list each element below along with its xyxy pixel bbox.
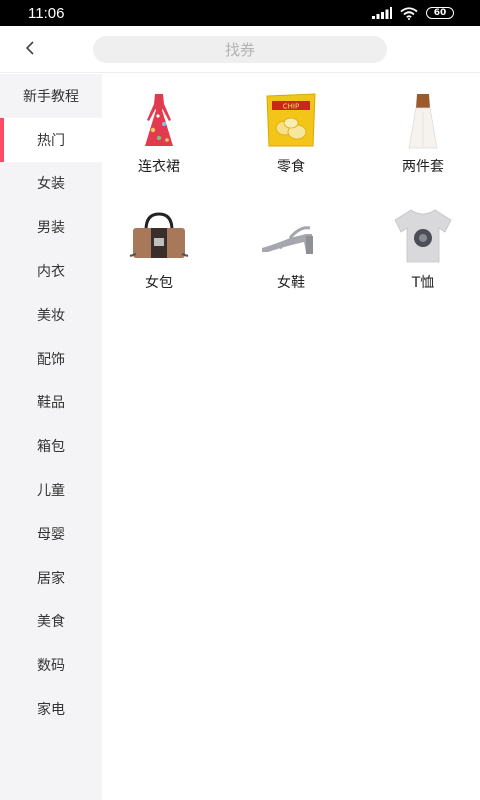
sidebar-item-label: 鞋品	[37, 395, 65, 412]
snack-icon: CHIP	[251, 90, 331, 150]
sidebar-item-label: 家电	[37, 702, 65, 719]
sidebar-item-label: 箱包	[37, 439, 65, 456]
sidebar-item-hot[interactable]: 热门	[0, 117, 102, 162]
sidebar-item-kids[interactable]: 儿童	[0, 468, 102, 512]
svg-text:CHIP: CHIP	[283, 103, 299, 111]
signal-icon	[372, 7, 392, 19]
sidebar-item-makeup[interactable]: 美妆	[0, 293, 102, 337]
category-label: 两件套	[402, 159, 444, 175]
search-placeholder: 找券	[224, 41, 255, 59]
sidebar-item-label: 居家	[37, 570, 65, 587]
sidebar-item-label: 美食	[37, 614, 65, 631]
category-label: 女包	[145, 275, 173, 291]
category-womens-shoes[interactable]: 女鞋	[236, 206, 346, 306]
status-bar: 11:06 60	[0, 0, 480, 26]
category-handbag[interactable]: 女包	[104, 206, 214, 306]
sidebar-item-label: 美妆	[37, 307, 65, 324]
sidebar-item-label: 配饰	[37, 351, 65, 368]
top-bar: 找券	[0, 26, 480, 73]
category-label: 零食	[277, 159, 305, 175]
status-icons: 60	[372, 6, 454, 20]
category-label: 连衣裙	[138, 159, 180, 175]
tshirt-icon	[383, 206, 463, 266]
handbag-icon	[119, 206, 199, 266]
sidebar-item-underwear[interactable]: 内衣	[0, 249, 102, 293]
sidebar-item-bags[interactable]: 箱包	[0, 424, 102, 468]
sidebar-item-label: 数码	[37, 658, 65, 675]
category-label: 女鞋	[277, 275, 305, 291]
sidebar-item-tutorial[interactable]: 新手教程	[0, 74, 102, 118]
sidebar-item-womens[interactable]: 女装	[0, 162, 102, 206]
dress-icon	[119, 90, 199, 150]
chevron-left-icon	[25, 41, 34, 55]
sidebar-item-accessories[interactable]: 配饰	[0, 337, 102, 381]
sidebar-item-label: 儿童	[37, 483, 65, 500]
battery-level: 60	[433, 7, 447, 18]
sidebar-item-home[interactable]: 居家	[0, 556, 102, 600]
sidebar-item-food[interactable]: 美食	[0, 600, 102, 644]
wifi-icon	[400, 6, 418, 20]
status-time: 11:06	[28, 4, 65, 22]
search-input[interactable]: 找券	[93, 36, 387, 63]
heels-icon	[251, 206, 331, 266]
sidebar-item-baby[interactable]: 母婴	[0, 512, 102, 556]
sidebar-item-appliances[interactable]: 家电	[0, 687, 102, 731]
sidebar-item-shoes[interactable]: 鞋品	[0, 381, 102, 425]
sidebar-item-label: 内衣	[37, 264, 65, 281]
sidebar-item-label: 热门	[37, 132, 65, 149]
sidebar-item-label: 男装	[37, 220, 65, 237]
sidebar-item-label: 新手教程	[23, 88, 79, 105]
sidebar-item-label: 母婴	[37, 526, 65, 543]
category-tshirt[interactable]: T恤	[368, 206, 478, 306]
category-snacks[interactable]: CHIP 零食	[236, 90, 346, 190]
category-dress[interactable]: 连衣裙	[104, 90, 214, 190]
sidebar-item-digital[interactable]: 数码	[0, 643, 102, 687]
sidebar-item-mens[interactable]: 男装	[0, 205, 102, 249]
back-button[interactable]	[14, 32, 46, 64]
battery-icon: 60	[426, 7, 454, 19]
category-sidebar: 新手教程 热门 女装 男装 内衣 美妆 配饰 鞋品 箱包 儿童 母婴 居家 美食…	[0, 74, 102, 800]
category-label: T恤	[411, 275, 435, 291]
sidebar-item-label: 女装	[37, 176, 65, 193]
category-two-piece[interactable]: 两件套	[368, 90, 478, 190]
two-piece-icon	[383, 90, 463, 150]
